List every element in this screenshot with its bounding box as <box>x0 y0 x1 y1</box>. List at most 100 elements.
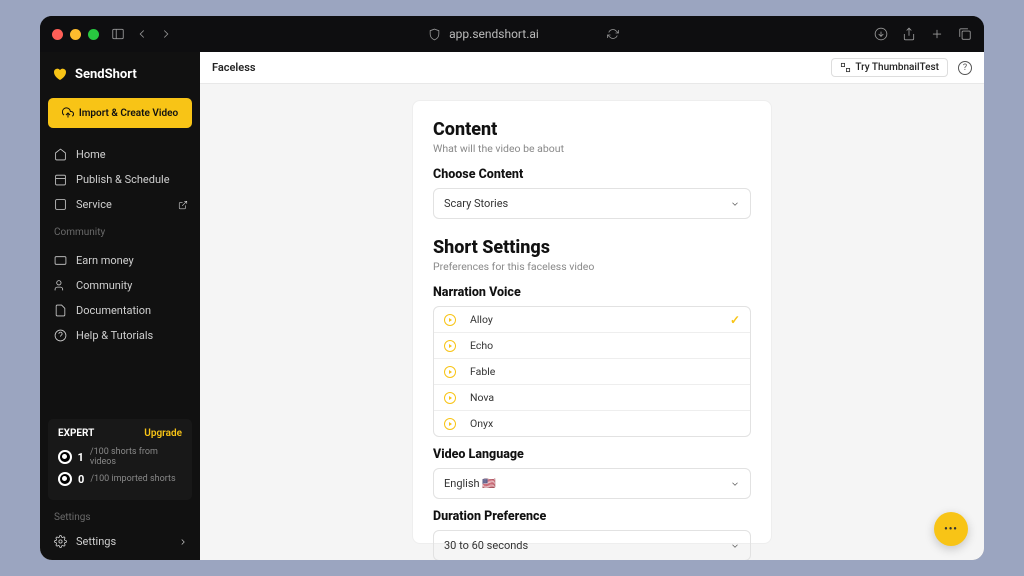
voice-list: Alloy ✓ Echo Fable Nova Onyx <box>433 306 751 437</box>
sidebar-item-label: Home <box>76 148 106 161</box>
content-scroll: Content What will the video be about Cho… <box>200 84 984 560</box>
app-shell: SendShort Import & Create Video Home Pub… <box>40 52 984 560</box>
quota-number: 1 <box>78 451 84 464</box>
plan-box: EXPERT Upgrade 1 /100 shorts from videos… <box>48 419 192 500</box>
check-icon: ✓ <box>730 313 740 327</box>
play-icon[interactable] <box>444 314 456 326</box>
duration-select[interactable]: 30 to 60 seconds <box>433 530 751 560</box>
voice-name: Alloy <box>470 313 493 326</box>
sidebar-item-label: Community <box>76 279 132 292</box>
import-create-button[interactable]: Import & Create Video <box>48 98 192 128</box>
choose-content-select[interactable]: Scary Stories <box>433 188 751 219</box>
chat-widget[interactable]: ••• <box>934 512 968 546</box>
import-create-label: Import & Create Video <box>79 108 178 119</box>
try-thumbnailtest-button[interactable]: Try ThumbnailTest <box>831 58 948 77</box>
sidebar-item-docs[interactable]: Documentation <box>40 298 200 323</box>
voice-label: Narration Voice <box>433 285 751 300</box>
sidebar-item-help[interactable]: Help & Tutorials <box>40 323 200 348</box>
chat-icon: ••• <box>944 524 958 535</box>
try-label: Try ThumbnailTest <box>855 62 939 73</box>
play-icon[interactable] <box>444 366 456 378</box>
download-icon[interactable] <box>874 27 888 41</box>
select-value: English 🇺🇸 <box>444 477 496 490</box>
quota-number: 0 <box>78 473 84 486</box>
content-sub: What will the video be about <box>433 142 751 155</box>
content-heading: Content <box>433 119 751 140</box>
sidebar-item-community[interactable]: Community <box>40 273 200 298</box>
card-icon <box>54 254 67 267</box>
logo[interactable]: SendShort <box>40 52 200 92</box>
quota-ring-icon <box>58 472 72 486</box>
voice-name: Fable <box>470 365 495 378</box>
package-icon <box>54 198 67 211</box>
sidebar-item-label: Service <box>76 198 112 211</box>
play-icon[interactable] <box>444 418 456 430</box>
settings-header: Settings <box>40 506 200 529</box>
sidebar-item-label: Help & Tutorials <box>76 329 153 342</box>
sparkle-icon <box>840 62 851 73</box>
sidebar-item-label: Publish & Schedule <box>76 173 170 186</box>
home-icon <box>54 148 67 161</box>
refresh-icon[interactable] <box>607 28 619 40</box>
voice-name: Nova <box>470 391 494 404</box>
sidebar-item-label: Earn money <box>76 254 134 267</box>
titlebar: app.sendshort.ai <box>40 16 984 52</box>
sidebar-item-publish[interactable]: Publish & Schedule <box>40 167 200 192</box>
sidebar-toggle-icon[interactable] <box>111 27 125 41</box>
select-value: 30 to 60 seconds <box>444 539 528 552</box>
shield-icon[interactable] <box>428 28 441 41</box>
sidebar-item-service[interactable]: Service <box>40 192 200 217</box>
community-header: Community <box>40 221 200 244</box>
calendar-icon <box>54 173 67 186</box>
file-icon <box>54 304 67 317</box>
chevron-down-icon <box>730 199 740 209</box>
new-tab-icon[interactable] <box>930 27 944 41</box>
play-icon[interactable] <box>444 340 456 352</box>
sidebar: SendShort Import & Create Video Home Pub… <box>40 52 200 560</box>
chevron-down-icon <box>730 541 740 551</box>
voice-option[interactable]: Onyx <box>434 411 750 436</box>
tabs-icon[interactable] <box>958 27 972 41</box>
form-card: Content What will the video be about Cho… <box>412 100 772 544</box>
sidebar-item-label: Settings <box>76 535 116 548</box>
voice-option[interactable]: Nova <box>434 385 750 411</box>
settings-heading: Short Settings <box>433 237 751 258</box>
back-icon[interactable] <box>135 27 149 41</box>
share-icon[interactable] <box>902 27 916 41</box>
sidebar-item-label: Documentation <box>76 304 151 317</box>
breadcrumb: Faceless <box>212 61 256 74</box>
plan-name: EXPERT <box>58 428 94 439</box>
play-icon[interactable] <box>444 392 456 404</box>
sidebar-item-settings[interactable]: Settings <box>40 529 200 554</box>
chevron-down-icon <box>730 479 740 489</box>
minimize-window-icon[interactable] <box>70 29 81 40</box>
cloud-upload-icon <box>62 107 74 119</box>
voice-option[interactable]: Echo <box>434 333 750 359</box>
voice-option[interactable]: Alloy ✓ <box>434 307 750 333</box>
main-area: Faceless Try ThumbnailTest ? Content Wha… <box>200 52 984 560</box>
language-select[interactable]: English 🇺🇸 <box>433 468 751 499</box>
sidebar-item-home[interactable]: Home <box>40 142 200 167</box>
voice-name: Onyx <box>470 417 493 430</box>
quota-label: /100 shorts from videos <box>90 447 182 467</box>
logo-icon <box>52 66 68 82</box>
chevron-right-icon <box>178 537 188 547</box>
maximize-window-icon[interactable] <box>88 29 99 40</box>
gear-icon <box>54 535 67 548</box>
close-window-icon[interactable] <box>52 29 63 40</box>
url-text[interactable]: app.sendshort.ai <box>449 27 539 41</box>
settings-sub: Preferences for this faceless video <box>433 260 751 273</box>
external-link-icon <box>178 200 188 210</box>
window-controls[interactable] <box>52 29 99 40</box>
voice-name: Echo <box>470 339 493 352</box>
brand-name: SendShort <box>75 67 137 82</box>
upgrade-link[interactable]: Upgrade <box>144 428 182 439</box>
language-label: Video Language <box>433 447 751 462</box>
help-icon[interactable]: ? <box>958 61 972 75</box>
duration-label: Duration Preference <box>433 509 751 524</box>
browser-window: app.sendshort.ai SendShort Import & Crea… <box>40 16 984 560</box>
sidebar-item-earn[interactable]: Earn money <box>40 248 200 273</box>
forward-icon[interactable] <box>159 27 173 41</box>
page-header: Faceless Try ThumbnailTest ? <box>200 52 984 84</box>
voice-option[interactable]: Fable <box>434 359 750 385</box>
